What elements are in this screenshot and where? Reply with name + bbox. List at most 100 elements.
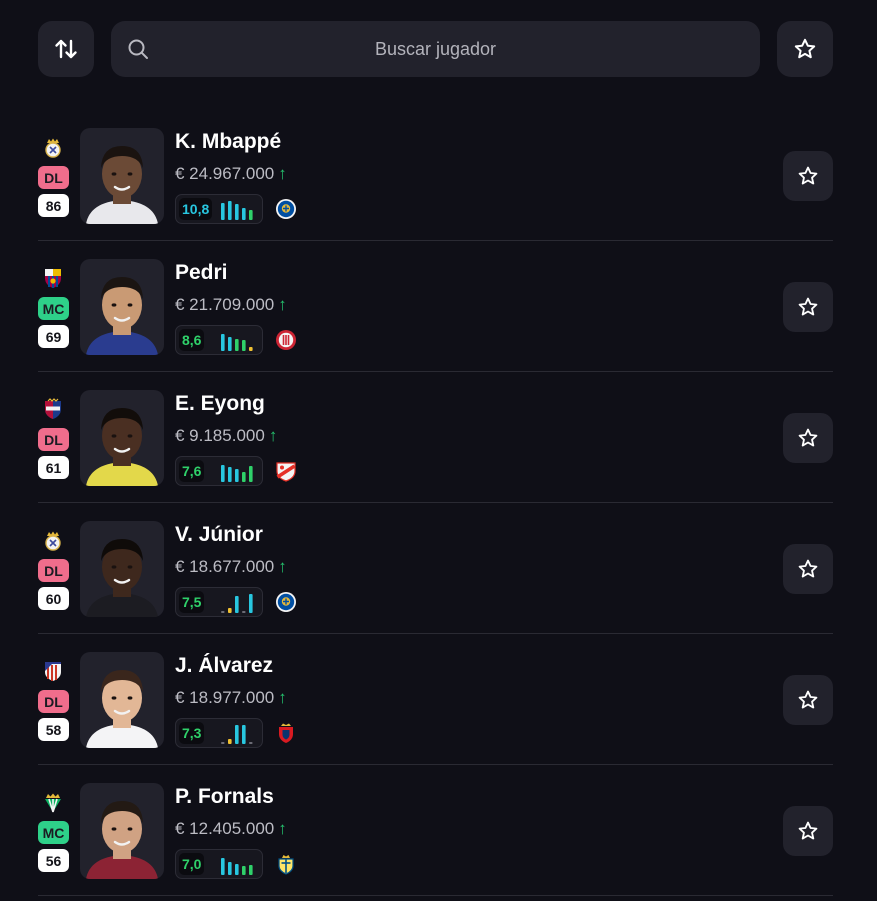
market-value: € 24.967.000 ↑ bbox=[175, 164, 287, 184]
favorite-button[interactable] bbox=[783, 282, 833, 332]
sort-arrows-icon bbox=[55, 39, 77, 59]
form-bars bbox=[221, 594, 253, 613]
top-toolbar bbox=[38, 21, 833, 77]
position-badge: DL bbox=[38, 690, 69, 713]
player-row[interactable]: MC 56 P. Fornals € 12.405.000 ↑ 7,0 bbox=[38, 765, 833, 896]
club-crest-icon bbox=[41, 396, 65, 422]
form-indicator: 7,0 bbox=[175, 849, 263, 879]
market-value: € 9.185.000 ↑ bbox=[175, 426, 277, 446]
form-bar bbox=[249, 594, 253, 613]
form-bar bbox=[221, 611, 225, 613]
form-bar bbox=[235, 339, 239, 351]
form-bar bbox=[249, 466, 253, 482]
form-bar bbox=[235, 864, 239, 875]
form-indicator: 7,3 bbox=[175, 718, 263, 748]
form-bar bbox=[221, 742, 225, 744]
score-badge: 58 bbox=[38, 718, 69, 741]
trend-up-icon: ↑ bbox=[278, 295, 287, 314]
search-input[interactable] bbox=[111, 21, 760, 77]
form-bar bbox=[249, 210, 253, 220]
form-bars bbox=[221, 465, 253, 482]
favorite-button[interactable] bbox=[783, 806, 833, 856]
player-photo bbox=[80, 521, 164, 617]
club-crest-icon bbox=[41, 789, 65, 815]
form-bar bbox=[242, 866, 246, 875]
form-bar bbox=[235, 596, 239, 613]
form-bar bbox=[249, 742, 253, 744]
score-badge: 61 bbox=[38, 456, 69, 479]
market-value: € 12.405.000 ↑ bbox=[175, 819, 287, 839]
trend-up-icon: ↑ bbox=[278, 688, 287, 707]
player-row[interactable]: DL 60 V. Júnior € 18.677.000 ↑ 7,5 bbox=[38, 503, 833, 634]
score-badge: 56 bbox=[38, 849, 69, 872]
next-rival-crest-icon bbox=[274, 721, 298, 745]
market-value: € 18.977.000 ↑ bbox=[175, 688, 287, 708]
favorite-button[interactable] bbox=[783, 413, 833, 463]
form-bars bbox=[221, 201, 253, 220]
favorite-button[interactable] bbox=[783, 151, 833, 201]
form-bar bbox=[221, 858, 225, 875]
market-value-amount: € 18.977.000 bbox=[175, 688, 275, 707]
score-badge: 69 bbox=[38, 325, 69, 348]
next-rival-crest-icon bbox=[274, 328, 298, 352]
player-photo bbox=[80, 259, 164, 355]
favorite-button[interactable] bbox=[783, 544, 833, 594]
player-row[interactable]: DL 61 E. Eyong € 9.185.000 ↑ 7,6 bbox=[38, 372, 833, 503]
form-bar bbox=[242, 725, 246, 744]
form-bar bbox=[228, 201, 232, 220]
club-crest-icon bbox=[41, 527, 65, 553]
search-bar bbox=[111, 21, 760, 77]
market-value-amount: € 21.709.000 bbox=[175, 295, 275, 314]
average-points: 8,6 bbox=[179, 329, 205, 351]
favorite-button[interactable] bbox=[783, 675, 833, 725]
form-indicator: 10,8 bbox=[175, 194, 263, 224]
club-crest-icon bbox=[41, 658, 65, 684]
average-points: 7,0 bbox=[179, 853, 205, 875]
player-row[interactable]: DL 86 K. Mbappé € 24.967.000 ↑ 10,8 bbox=[38, 110, 833, 241]
star-icon bbox=[798, 428, 818, 447]
form-bar bbox=[242, 611, 246, 613]
average-points: 7,6 bbox=[179, 460, 205, 482]
sort-button[interactable] bbox=[38, 21, 94, 77]
search-icon bbox=[128, 39, 148, 59]
score-badge: 60 bbox=[38, 587, 69, 610]
form-bar bbox=[228, 467, 232, 482]
market-value-amount: € 24.967.000 bbox=[175, 164, 275, 183]
trend-up-icon: ↑ bbox=[278, 164, 287, 183]
form-bar bbox=[249, 865, 253, 875]
form-bar bbox=[235, 469, 239, 482]
form-indicator: 8,6 bbox=[175, 325, 263, 355]
next-rival-crest-icon bbox=[274, 852, 298, 876]
position-badge: MC bbox=[38, 821, 69, 844]
form-bar bbox=[242, 340, 246, 351]
position-badge: DL bbox=[38, 559, 69, 582]
form-indicator: 7,6 bbox=[175, 456, 263, 486]
form-bar bbox=[249, 347, 253, 351]
player-list: DL 86 K. Mbappé € 24.967.000 ↑ 10,8 MC 69… bbox=[38, 110, 833, 896]
form-indicator: 7,5 bbox=[175, 587, 263, 617]
favorites-filter-button[interactable] bbox=[777, 21, 833, 77]
star-icon bbox=[798, 166, 818, 185]
trend-up-icon: ↑ bbox=[268, 426, 278, 445]
player-name: V. Júnior bbox=[175, 523, 263, 546]
position-badge: MC bbox=[38, 297, 69, 320]
form-bar bbox=[221, 203, 225, 220]
club-crest-icon bbox=[41, 265, 65, 291]
star-icon bbox=[798, 821, 818, 840]
player-name: Pedri bbox=[175, 261, 228, 284]
market-value-amount: € 12.405.000 bbox=[175, 819, 275, 838]
next-rival-crest-icon bbox=[274, 459, 298, 483]
player-name: K. Mbappé bbox=[175, 130, 282, 153]
player-photo bbox=[80, 652, 164, 748]
average-points: 7,5 bbox=[179, 591, 205, 613]
form-bar bbox=[228, 862, 232, 875]
player-row[interactable]: DL 58 J. Álvarez € 18.977.000 ↑ 7,3 bbox=[38, 634, 833, 765]
market-value-amount: € 9.185.000 bbox=[175, 426, 265, 445]
market-value: € 18.677.000 ↑ bbox=[175, 557, 287, 577]
star-icon bbox=[798, 690, 818, 709]
player-row[interactable]: MC 69 Pedri € 21.709.000 ↑ 8,6 bbox=[38, 241, 833, 372]
star-icon bbox=[798, 297, 818, 316]
next-rival-crest-icon bbox=[274, 590, 298, 614]
form-bar bbox=[228, 608, 232, 613]
club-crest-icon bbox=[41, 134, 65, 160]
